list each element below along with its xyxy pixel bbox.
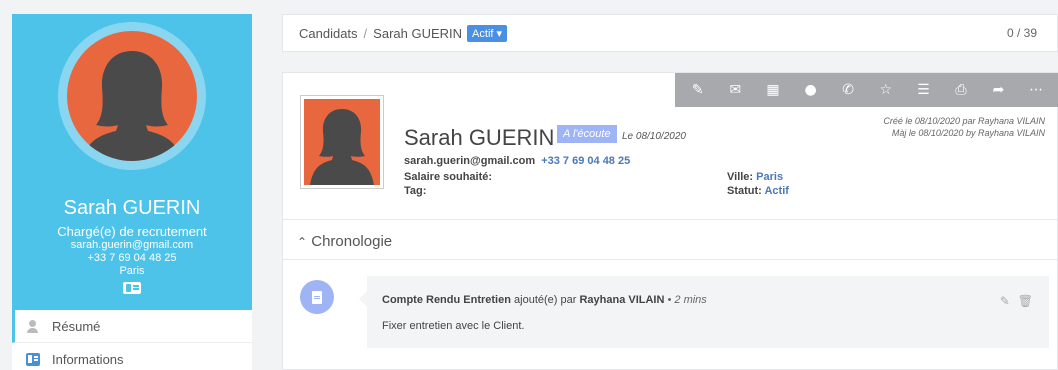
entry-added-by-text: ajouté(e) par	[514, 294, 577, 306]
city-label: Ville:	[727, 171, 754, 183]
menu-item-label: Résumé	[52, 318, 101, 334]
timeline-arrow	[359, 291, 367, 307]
edit-icon[interactable]: ✎	[1000, 294, 1010, 308]
availability-badge: A l'écoute	[557, 125, 617, 143]
entry-author: Rayhana VILAIN	[579, 294, 665, 306]
chevron-up-icon: ⌃	[297, 235, 308, 249]
profile-name: Sarah GUERIN	[63, 197, 201, 219]
checklist-icon[interactable]: ☰	[915, 82, 931, 98]
person-silhouette-icon	[82, 51, 182, 161]
created-info: Créé le 08/10/2020 par Rayhana VILAIN	[883, 116, 1045, 126]
candidate-phone[interactable]: +33 7 69 04 48 25	[541, 155, 630, 167]
share-icon[interactable]: ➦	[991, 82, 1007, 98]
candidate-name: Sarah GUERIN	[404, 125, 555, 150]
timeline-document-icon	[300, 280, 334, 314]
menu-item-informations[interactable]: Informations	[12, 343, 252, 370]
trash-icon[interactable]: 🗑	[1018, 294, 1033, 308]
comment-icon[interactable]: ●	[803, 82, 819, 98]
candidate-card: ✎ ✉ ▦ ● ✆ ☆ ☰ ⎙ ➦ ⋯ Sarah GUERIN A l'éco…	[282, 72, 1058, 370]
city-value: Paris	[756, 171, 784, 183]
breadcrumb-separator: /	[363, 25, 368, 41]
more-icon[interactable]: ⋯	[1028, 82, 1044, 98]
person-silhouette-icon	[310, 109, 374, 185]
profile-role: Chargé(e) de recrutement	[57, 224, 207, 239]
menu-item-resume[interactable]: Résumé	[12, 310, 252, 343]
status-label: Statut:	[727, 185, 762, 197]
candidate-photo	[300, 95, 384, 189]
calendar-icon[interactable]: ▦	[765, 82, 781, 98]
candidate-email[interactable]: sarah.guerin@gmail.com	[404, 155, 535, 167]
salary-label: Salaire souhaité:	[404, 171, 493, 183]
id-card-icon[interactable]	[123, 282, 141, 294]
breadcrumb-root-link[interactable]: Candidats	[299, 26, 358, 41]
edit-icon[interactable]: ✎	[690, 82, 706, 98]
user-icon	[26, 319, 40, 333]
candidate-date: Le 08/10/2020	[622, 131, 686, 142]
profile-card: Sarah GUERIN Chargé(e) de recrutement sa…	[12, 14, 252, 310]
divider	[283, 219, 1057, 220]
entry-time: • 2 mins	[667, 294, 707, 306]
timeline-entry-header: Compte Rendu Entretien ajouté(e) par Ray…	[382, 294, 707, 306]
id-card-icon	[26, 352, 40, 366]
action-toolbar: ✎ ✉ ▦ ● ✆ ☆ ☰ ⎙ ➦ ⋯	[675, 73, 1058, 107]
profile-phone[interactable]: +33 7 69 04 48 25	[12, 252, 252, 265]
status-dropdown-button[interactable]: Actif ▾	[467, 24, 508, 42]
entry-type: Compte Rendu Entretien	[382, 294, 511, 306]
city-field: Ville: Paris	[727, 171, 783, 183]
star-icon[interactable]: ☆	[878, 82, 894, 98]
avatar	[58, 22, 206, 170]
entry-body: Fixer entretien avec le Client.	[382, 320, 525, 332]
avatar-image	[67, 31, 197, 161]
modified-info: Màj le 08/10/2020 by Rayhana VILAIN	[891, 128, 1045, 138]
profile-email[interactable]: sarah.guerin@gmail.com	[12, 239, 252, 252]
status-value: Actif	[764, 185, 789, 197]
menu-item-label: Informations	[52, 351, 124, 367]
tag-field: Tag:	[404, 185, 426, 197]
breadcrumb-current: Sarah GUERIN	[373, 25, 463, 41]
mail-icon[interactable]: ✉	[727, 82, 743, 98]
breadcrumb: Candidats / Sarah GUERIN Actif ▾ 0 / 39	[282, 14, 1058, 52]
chronology-title: Chronologie	[311, 233, 393, 250]
chronology-toggle[interactable]: ⌃ Chronologie	[297, 233, 392, 250]
phone-icon[interactable]: ✆	[840, 82, 856, 98]
audit-info: Créé le 08/10/2020 par Rayhana VILAIN Mà…	[883, 115, 1045, 139]
record-counter: 0 / 39	[1006, 26, 1037, 40]
status-field: Statut: Actif	[727, 185, 789, 197]
profile-menu: Résumé Informations	[12, 310, 252, 370]
print-icon[interactable]: ⎙	[953, 82, 969, 98]
timeline-entry: Compte Rendu Entretien ajouté(e) par Ray…	[367, 276, 1049, 348]
salary-field: Salaire souhaité:	[404, 171, 492, 183]
candidate-contact: sarah.guerin@gmail.com +33 7 69 04 48 25	[404, 155, 630, 167]
divider	[283, 259, 1057, 260]
profile-city: Paris	[119, 265, 145, 277]
entry-actions: ✎ 🗑	[1000, 294, 1033, 308]
tag-label: Tag:	[404, 185, 427, 197]
